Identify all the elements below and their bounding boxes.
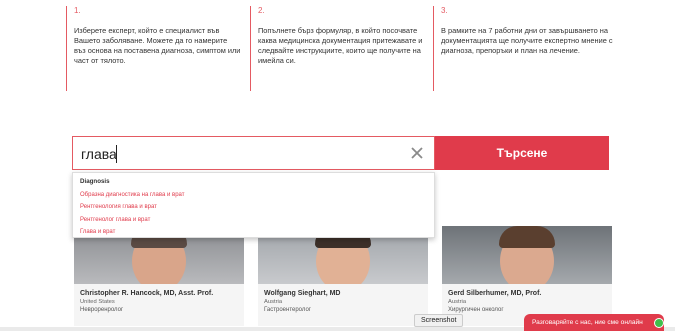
online-status-icon: [654, 318, 664, 328]
step-description: Попълнете бърз формуляр, в който посочва…: [258, 26, 423, 65]
step-description: В рамките на 7 работни дни от завършване…: [441, 26, 613, 55]
doctor-name[interactable]: Christopher R. Hancock, MD, Asst. Prof.: [80, 289, 238, 298]
step-1: 1. Изберете експерт, който е специалист …: [66, 6, 241, 91]
doctor-name[interactable]: Gerd Silberhumer, MD, Prof.: [448, 289, 606, 298]
step-2: 2. Попълнете бърз формуляр, в който посо…: [250, 6, 425, 91]
close-icon[interactable]: [410, 146, 424, 160]
doctor-photo: [442, 226, 612, 284]
doctor-card[interactable]: Wolfgang Sieghart, MD Austria Гастроенте…: [258, 226, 428, 326]
suggestion-item[interactable]: Рентгенолог глава и врат: [80, 214, 427, 226]
doctor-country: United States: [80, 299, 115, 305]
step-description: Изберете експерт, който е специалист във…: [74, 26, 241, 65]
search-bar: Търсене: [72, 136, 609, 170]
text-caret: [116, 145, 117, 163]
doctor-cards: Christopher R. Hancock, MD, Asst. Prof. …: [74, 226, 614, 326]
suggestion-item[interactable]: Образна диагностика на глава и врат: [80, 189, 427, 201]
doctor-name[interactable]: Wolfgang Sieghart, MD: [264, 289, 422, 298]
live-chat-button[interactable]: Разговаряйте с нас, ние сме онлайн: [524, 314, 664, 331]
doctor-card[interactable]: Gerd Silberhumer, MD, Prof. Austria Хиру…: [442, 226, 612, 326]
doctor-specialty: Гастроентеролог: [264, 307, 311, 313]
doctor-card[interactable]: Christopher R. Hancock, MD, Asst. Prof. …: [74, 226, 244, 326]
steps-section: 1. Изберете експерт, който е специалист …: [66, 6, 614, 91]
autocomplete-dropdown: Diagnosis Образна диагностика на глава и…: [72, 172, 435, 238]
step-number: 1.: [74, 6, 81, 15]
screenshot-tooltip: Screenshot: [414, 314, 464, 327]
search-input[interactable]: [81, 144, 401, 164]
step-number: 3.: [441, 6, 448, 15]
suggestion-category-heading: Diagnosis: [80, 178, 110, 185]
doctor-country: Austria: [448, 299, 467, 305]
search-button[interactable]: Търсене: [435, 136, 609, 170]
suggestion-item[interactable]: Рентгенология глава и врат: [80, 201, 427, 213]
step-3: 3. В рамките на 7 работни дни от завършв…: [433, 6, 614, 91]
doctor-info: Christopher R. Hancock, MD, Asst. Prof. …: [74, 284, 244, 326]
doctor-hair: [499, 226, 555, 248]
doctor-info: Wolfgang Sieghart, MD Austria Гастроенте…: [258, 284, 428, 326]
doctor-country: Austria: [264, 299, 283, 305]
step-number: 2.: [258, 6, 265, 15]
doctor-specialty: Невроренролог: [80, 307, 124, 313]
search-field-container: [72, 136, 435, 170]
suggestion-item[interactable]: Глава и врат: [80, 226, 427, 238]
